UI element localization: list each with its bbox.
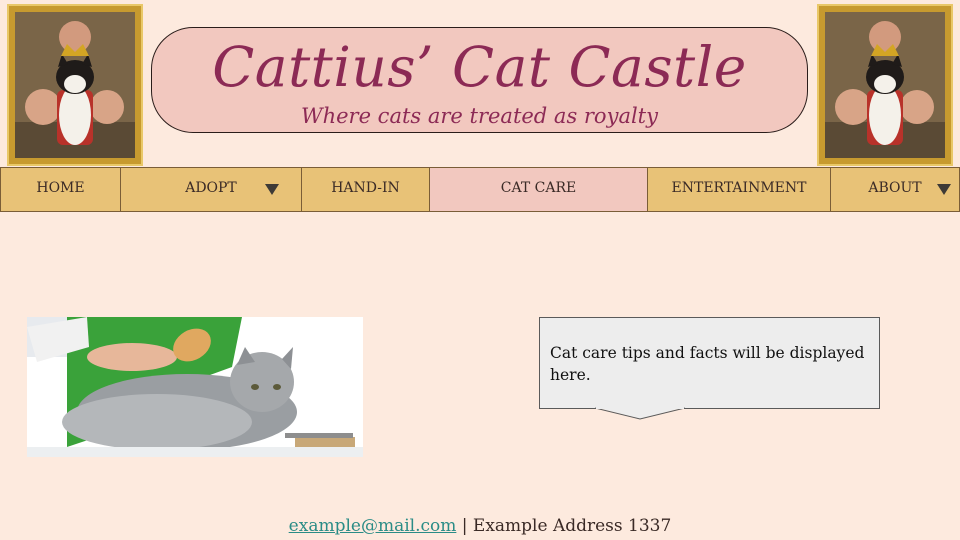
site-header: Cattius’ Cat Castle Where cats are treat…: [151, 27, 808, 133]
cat-grooming-photo: [27, 317, 363, 457]
nav-item-hand-in[interactable]: HAND-IN: [302, 168, 430, 211]
caret-down-icon[interactable]: [937, 184, 951, 195]
nav-item-label: ABOUT: [868, 179, 922, 196]
caret-down-icon[interactable]: [265, 184, 279, 195]
nav-item-entertainment[interactable]: ENTERTAINMENT: [648, 168, 831, 211]
royal-cat-portrait-right: [819, 6, 951, 164]
nav-item-label: HOME: [36, 179, 85, 196]
main-nav: HOME ADOPT HAND-IN CAT CARE ENTERTAINMEN…: [0, 167, 960, 212]
nav-item-label: CAT CARE: [500, 179, 577, 196]
nav-item-label: ENTERTAINMENT: [671, 179, 807, 196]
cat-care-info-text: Cat care tips and facts will be displaye…: [550, 344, 865, 384]
cat-care-info-box: Cat care tips and facts will be displaye…: [539, 317, 880, 409]
footer-separator: |: [461, 516, 468, 536]
nav-item-label: ADOPT: [185, 179, 237, 196]
callout-pointer: [595, 407, 685, 420]
site-tagline: Where cats are treated as royalty: [301, 104, 658, 128]
site-footer: example@mail.com | Example Address 1337: [0, 516, 960, 536]
nav-item-home[interactable]: HOME: [0, 168, 121, 211]
site-title: Cattius’ Cat Castle: [212, 35, 747, 99]
nav-item-label: HAND-IN: [331, 179, 400, 196]
nav-item-about[interactable]: ABOUT: [831, 168, 960, 211]
royal-cat-portrait-left: [9, 6, 141, 164]
nav-item-adopt[interactable]: ADOPT: [121, 168, 302, 211]
nav-item-cat-care[interactable]: CAT CARE: [430, 168, 648, 211]
footer-email-link[interactable]: example@mail.com: [289, 516, 457, 536]
footer-address: Example Address 1337: [472, 516, 672, 536]
